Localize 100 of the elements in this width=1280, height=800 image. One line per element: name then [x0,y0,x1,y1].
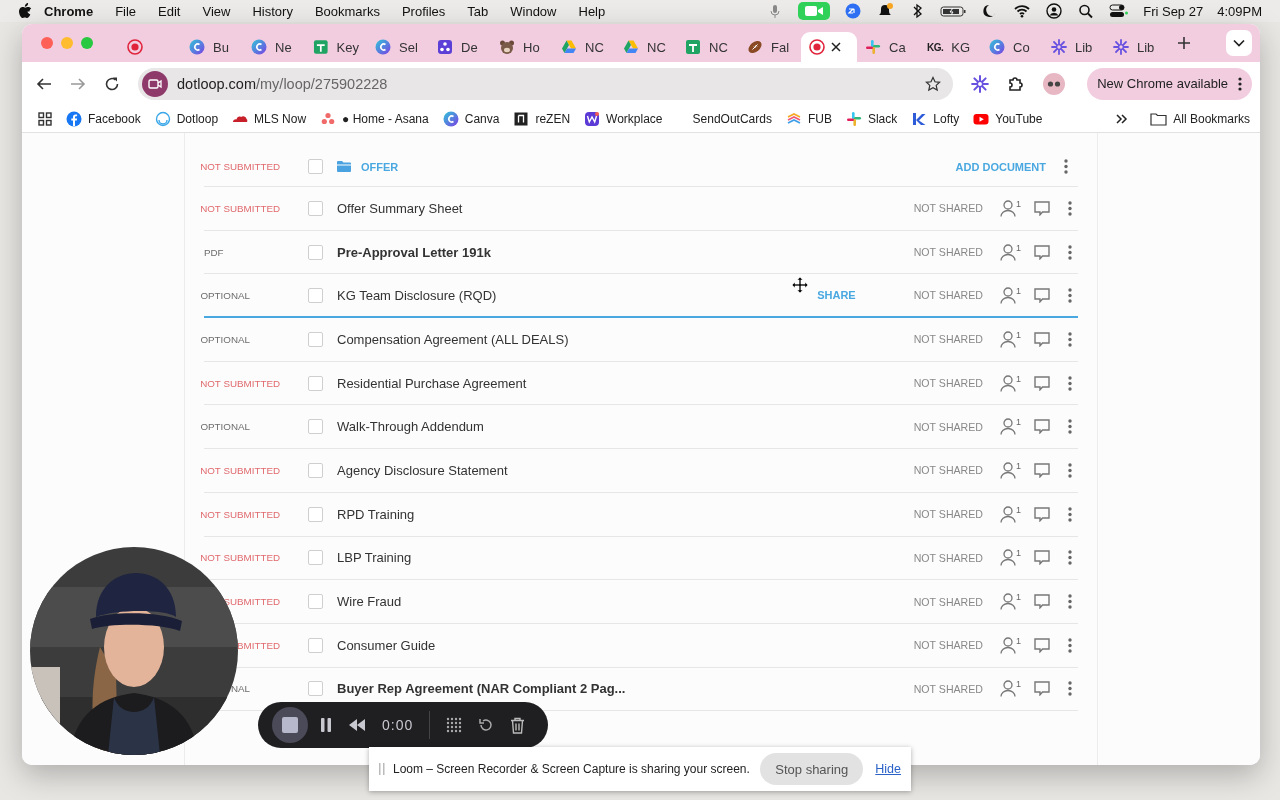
comment-button[interactable] [1034,375,1050,391]
bookmark[interactable]: SendOutCards [692,111,772,126]
bookmark-folder[interactable]: All Bookmarks [1150,111,1250,126]
checkbox[interactable] [308,159,323,174]
comment-button[interactable] [1034,200,1050,216]
bookmark[interactable]: Workplace [584,110,663,127]
more-options-button[interactable] [1068,637,1072,653]
more-options-button[interactable] [1068,200,1072,216]
document-name[interactable]: LBP Training [337,550,412,566]
browser-tab[interactable]: Ho [491,32,553,62]
document-name[interactable]: Buyer Rep Agreement (NAR Compliant 2 Pag... [337,681,626,697]
dot-grid-button[interactable] [446,717,463,733]
assignee-button[interactable]: 1 [1000,330,1021,348]
comment-button[interactable] [1034,287,1050,303]
checkbox[interactable] [308,287,323,303]
browser-tab[interactable]: Lib [1105,32,1167,62]
document-name[interactable]: RPD Training [337,506,415,522]
comment-button[interactable] [1034,244,1050,260]
browser-tab[interactable]: Co [981,32,1043,62]
stop-recording-button[interactable] [272,707,308,743]
restart-button[interactable] [478,717,495,733]
checkbox[interactable] [308,375,323,391]
document-name[interactable]: Offer Summary Sheet [337,200,463,216]
document-name[interactable]: Agency Disclosure Statement [337,462,508,478]
checkbox[interactable] [308,550,323,566]
person-icon[interactable] [1000,243,1016,261]
checkbox[interactable] [308,331,323,347]
update-button[interactable]: New Chrome available [1087,67,1252,100]
person-icon[interactable] [1000,199,1016,217]
person-icon[interactable] [1000,461,1016,479]
user-circle-icon[interactable] [1045,3,1064,19]
person-icon[interactable] [1000,418,1016,436]
menu-item[interactable]: Profiles [390,3,457,19]
browser-tab[interactable] [801,32,857,62]
comment-button[interactable] [1034,506,1050,522]
checkbox[interactable] [308,200,323,216]
back-button[interactable] [36,75,52,92]
comment-button[interactable] [1034,331,1050,347]
menu-item[interactable]: Edit [147,3,192,19]
browser-tab[interactable]: Fal [739,32,801,62]
menu-item[interactable]: Help [567,3,617,19]
person-icon[interactable] [1000,286,1016,304]
address-bar[interactable]: dotloop.com/my/loop/275902228 [138,67,953,100]
person-icon[interactable] [1000,330,1016,348]
new-tab-button[interactable] [1177,36,1191,50]
assignee-button[interactable]: 1 [1000,199,1021,217]
assignee-button[interactable]: 1 [1000,549,1021,567]
more-icon[interactable] [1238,76,1242,91]
assignee-button[interactable]: 1 [1000,593,1021,611]
menu-item[interactable]: Window [499,3,568,19]
app-menu[interactable]: Chrome [32,3,105,19]
person-icon[interactable] [1000,636,1016,654]
more-options-button[interactable] [1068,331,1072,347]
browser-tab[interactable]: Sel [367,32,429,62]
rewind-button[interactable] [348,718,366,732]
more-options-button[interactable] [1068,506,1072,522]
delete-button[interactable] [510,716,526,734]
more-options-button[interactable] [1068,244,1072,260]
extensions-icon[interactable] [1007,74,1025,93]
battery-icon[interactable] [940,3,968,19]
checkbox[interactable] [308,419,323,435]
document-name[interactable]: Walk-Through Addendum [337,419,484,435]
bookmark[interactable]: Slack [845,110,898,127]
bookmark[interactable]: MLS Now [232,110,307,127]
checkbox[interactable] [308,594,323,610]
document-name[interactable]: Wire Fraud [337,594,402,610]
sunburst-icon[interactable] [971,74,989,93]
browser-tab[interactable]: Key [305,32,367,62]
more-options-button[interactable] [1068,681,1072,697]
assignee-button[interactable]: 1 [1000,374,1021,392]
bookmark[interactable]: ● Home - Asana [320,110,429,127]
more-options-button[interactable] [1068,594,1072,610]
stop-sharing-button[interactable]: Stop sharing [760,753,864,785]
apps-grid-icon[interactable] [38,111,52,126]
comment-button[interactable] [1034,594,1050,610]
person-icon[interactable] [1000,505,1016,523]
assignee-button[interactable]: 1 [1000,636,1021,654]
close-icon[interactable] [831,42,841,52]
browser-tab[interactable]: De [429,32,491,62]
caret-icon[interactable] [1233,39,1245,47]
bookmark[interactable]: FUB [785,110,832,127]
profile-avatar-icon[interactable] [1043,72,1065,95]
menu-item[interactable]: Tab [456,3,500,19]
assignee-button[interactable]: 1 [1000,243,1021,261]
comment-button[interactable] [1034,419,1050,435]
toggles-icon[interactable] [1109,3,1130,19]
menu-item[interactable]: History [241,3,304,19]
assignee-button[interactable]: 1 [1000,680,1021,698]
comment-button[interactable] [1034,550,1050,566]
more-options-button[interactable] [1068,462,1072,478]
bookmark-star-button[interactable] [925,75,941,92]
assignee-button[interactable]: 1 [1000,505,1021,523]
browser-tab[interactable]: Ne [243,32,305,62]
browser-tab[interactable]: Ca [857,32,919,62]
tab-search-button[interactable] [1226,30,1252,56]
more-bookmarks-icon[interactable] [1116,113,1129,124]
bookmark[interactable]: Dotloop [154,110,219,127]
drag-handle-icon[interactable] [379,762,385,776]
more-options-button[interactable] [1064,159,1068,174]
bookmark[interactable]: YouTube [973,110,1043,127]
